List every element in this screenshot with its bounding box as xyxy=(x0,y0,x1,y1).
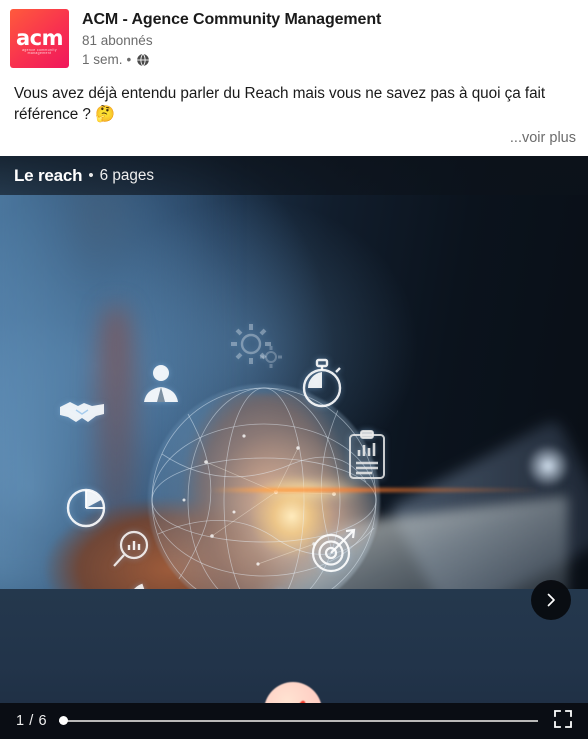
carousel-progress-slider[interactable] xyxy=(59,714,538,728)
follower-count: 81 abonnés xyxy=(82,33,153,48)
carousel-title-separator: • xyxy=(88,167,94,184)
fullscreen-button[interactable] xyxy=(552,709,574,734)
globe-icon xyxy=(136,52,151,67)
see-more-link[interactable]: ...voir plus xyxy=(510,130,576,146)
carousel-footer: 1 / 6 xyxy=(0,703,588,739)
document-carousel[interactable]: Le reach Le reach • 6 pages 1 / 6 xyxy=(0,156,588,739)
avatar-logo-tagline: agence community management xyxy=(22,48,57,56)
post-text-line-2: référence ? xyxy=(14,106,91,123)
clipboard-chart-icon xyxy=(348,430,386,485)
post-text: Vous avez déjà entendu parler du Reach m… xyxy=(14,83,574,125)
phone-light-glow xyxy=(526,444,570,488)
pie-chart-icon xyxy=(66,488,106,533)
gear-small-icon xyxy=(258,344,284,375)
author-block: ACM - Agence Community Management 81 abo… xyxy=(82,9,381,69)
stopwatch-icon xyxy=(298,358,346,415)
lens-flare-streak xyxy=(210,488,540,492)
post-time: 1 sem. xyxy=(82,52,123,67)
post-meta: 1 sem. • xyxy=(82,50,381,69)
progress-thumb[interactable] xyxy=(59,716,69,725)
thinking-face-icon: 🤔 xyxy=(95,106,115,123)
fullscreen-icon xyxy=(553,709,573,734)
post-header: acm agence community management ACM - Ag… xyxy=(0,0,588,69)
see-more-row: ...voir plus xyxy=(0,125,588,156)
author-name[interactable]: ACM - Agence Community Management xyxy=(82,10,381,30)
avatar-logo-text: acm xyxy=(15,26,64,50)
carousel-page-count-label: 6 pages xyxy=(99,166,155,184)
meta-separator: • xyxy=(126,52,132,67)
carousel-title-bar: Le reach • 6 pages xyxy=(0,156,588,195)
avatar[interactable]: acm agence community management xyxy=(10,9,69,68)
linkedin-post: acm agence community management ACM - Ag… xyxy=(0,0,588,739)
user-business-icon xyxy=(140,362,182,409)
handshake-icon xyxy=(58,396,106,433)
progress-track xyxy=(59,720,538,722)
post-text-line-1: Vous avez déjà entendu parler du Reach m… xyxy=(14,85,546,102)
next-slide-button[interactable] xyxy=(531,580,571,620)
magnifier-chart-icon xyxy=(110,528,154,577)
chevron-right-icon xyxy=(543,592,559,608)
carousel-title: Le reach xyxy=(14,165,83,185)
globe-network-lines xyxy=(148,384,380,616)
page-indicator: 1 / 6 xyxy=(16,713,48,729)
post-body: Vous avez déjà entendu parler du Reach m… xyxy=(0,69,588,125)
target-arrow-icon xyxy=(308,526,358,581)
